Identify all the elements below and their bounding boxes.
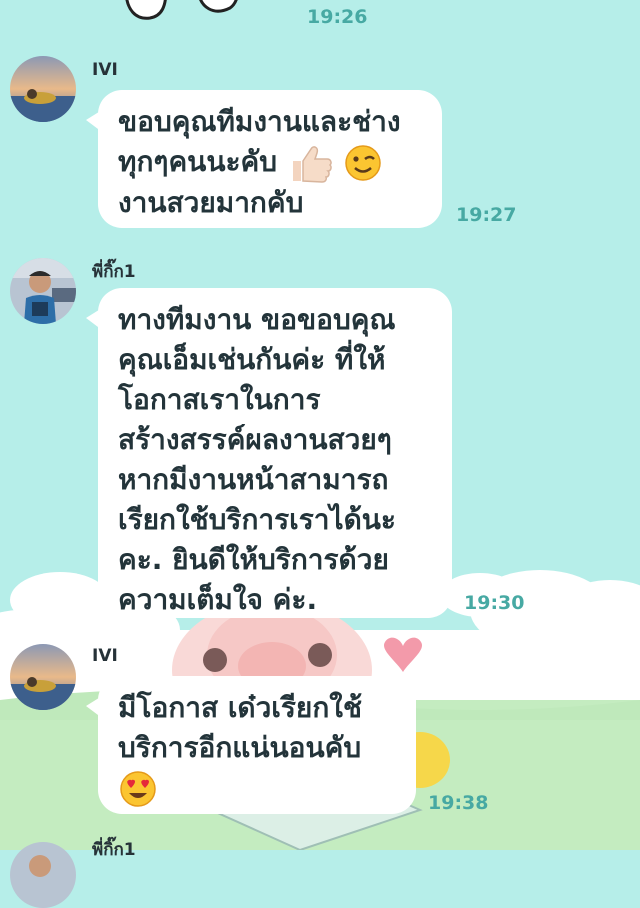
- message-bubble[interactable]: มีโอกาส เด๋วเรียกใช้ บริการอีกแน่นอนคับ: [86, 676, 416, 814]
- message-time: 19:26: [307, 6, 368, 28]
- message-time: 19:30: [464, 592, 525, 614]
- message-bubble[interactable]: ขอบคุณทีมงานและช่าง ทุกๆคนนะคับ งานสวยมา…: [86, 90, 442, 228]
- sender-name: พี่กิ๊ก1: [92, 262, 136, 282]
- avatar[interactable]: [10, 644, 76, 710]
- bubble-tail: [86, 110, 102, 132]
- message-text-line: สร้างสรรค์ผลงานสวยๆ: [118, 423, 392, 456]
- message-text-line: ทุกๆคนนะคับ: [118, 145, 278, 178]
- wink-face-icon: [344, 145, 381, 181]
- bubble-tail: [86, 308, 102, 330]
- message-text-line: คะ. ยินดีให้บริการด้วย: [118, 543, 389, 576]
- message-text-line: ขอบคุณทีมงานและช่าง: [118, 105, 401, 138]
- message-text-line: คุณเอ็มเช่นกันค่ะ ที่ให้: [118, 343, 386, 376]
- heart-eyes-face-icon: [120, 771, 156, 807]
- sender-name: IVI: [92, 60, 118, 80]
- message-text-line: ทางทีมงาน ขอขอบคุณ: [118, 303, 396, 336]
- message-text-line: งานสวยมากคับ: [118, 186, 304, 219]
- message-text-line: บริการอีกแน่นอนคับ: [118, 731, 362, 764]
- bubble-tail: [86, 696, 102, 718]
- message-text-line: หากมีงานหน้าสามารถ: [118, 463, 389, 496]
- message-bubble[interactable]: ทางทีมงาน ขอขอบคุณ คุณเอ็มเช่นกันค่ะ ที่…: [86, 288, 452, 618]
- message-time: 19:38: [428, 792, 489, 814]
- message-text-line: เรียกใช้บริการเราได้นะ: [118, 503, 396, 536]
- message-text-line: มีโอกาส เด๋วเรียกใช้: [118, 691, 362, 724]
- thumbs-up-icon: [292, 146, 332, 183]
- message-text-line: ความเต็มใจ ค่ะ.: [118, 583, 318, 616]
- message-time: 19:27: [456, 204, 517, 226]
- sticker-partial: [125, 0, 238, 20]
- sender-name: IVI: [92, 646, 118, 666]
- message-text-line: โอกาสเราในการ: [118, 383, 321, 416]
- avatar[interactable]: [10, 56, 76, 122]
- avatar[interactable]: [10, 842, 76, 908]
- avatar[interactable]: [10, 258, 76, 324]
